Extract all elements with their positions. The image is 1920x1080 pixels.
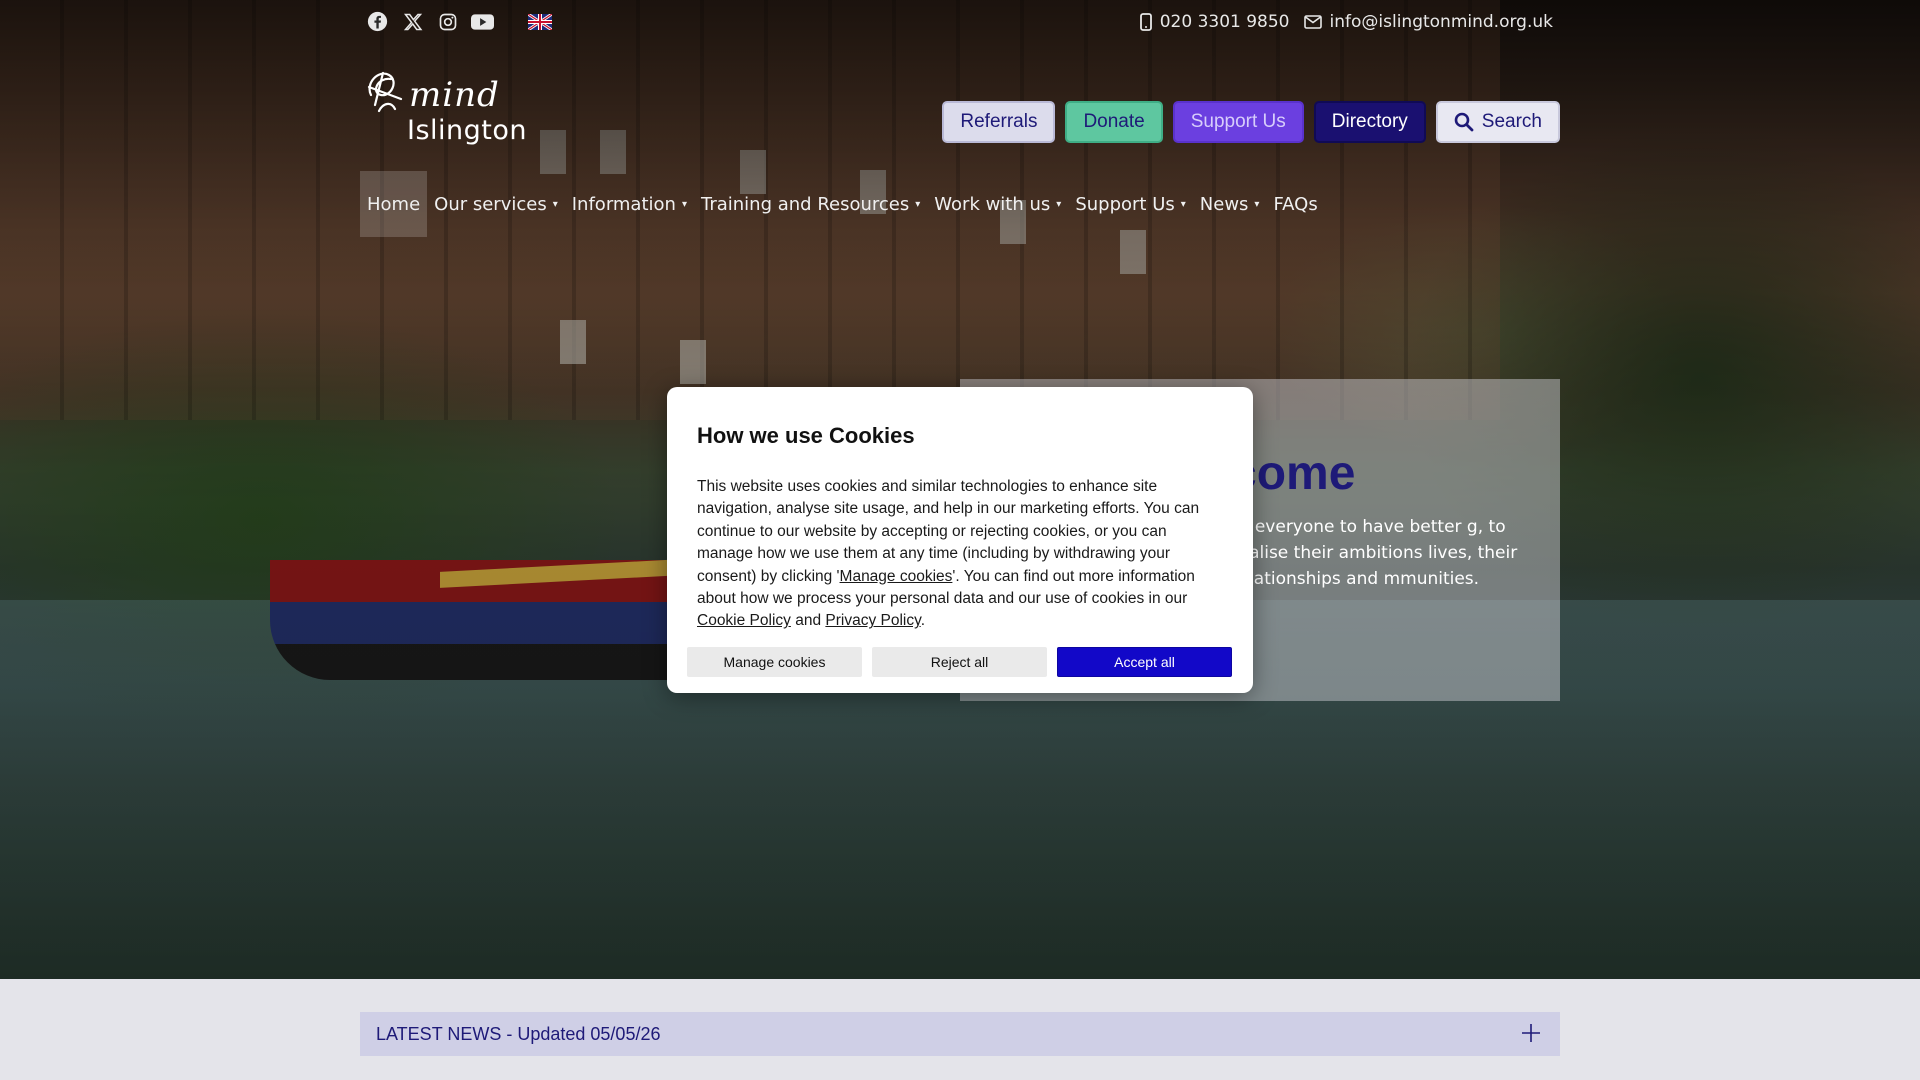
directory-button[interactable]: Directory bbox=[1313, 101, 1426, 143]
nav-item-label: Home bbox=[367, 193, 421, 215]
referrals-button[interactable]: Referrals bbox=[942, 101, 1056, 143]
instagram-icon[interactable] bbox=[436, 10, 459, 33]
caret-down-icon: ▾ bbox=[1056, 198, 1062, 210]
mind-logo-mark-icon bbox=[367, 71, 403, 113]
donate-button[interactable]: Donate bbox=[1065, 101, 1163, 143]
nav-item-work-with-us[interactable]: Work with us ▾ bbox=[927, 171, 1068, 237]
header-actions: Referrals Donate Support Us Directory Se… bbox=[942, 101, 1560, 143]
top-bar: 020 3301 9850 info@islingtonmind.org.uk bbox=[360, 8, 1560, 38]
nav-item-faqs[interactable]: FAQs bbox=[1266, 171, 1324, 237]
latest-news-label: LATEST NEWS - Updated 05/05/26 bbox=[376, 1023, 661, 1044]
manage-cookies-button[interactable]: Manage cookies bbox=[687, 647, 862, 677]
cookie-modal-buttons: Manage cookies Reject all Accept all bbox=[687, 647, 1232, 677]
search-button[interactable]: Search bbox=[1435, 101, 1560, 143]
caret-down-icon: ▾ bbox=[552, 198, 558, 210]
x-twitter-icon[interactable] bbox=[401, 10, 424, 33]
cookie-modal-body: This website uses cookies and similar te… bbox=[697, 476, 1217, 633]
nav-item-information[interactable]: Information ▾ bbox=[565, 171, 694, 237]
nav-item-label: News bbox=[1199, 193, 1249, 215]
contact-info: 020 3301 9850 info@islingtonmind.org.uk bbox=[1139, 12, 1553, 32]
latest-news-accordion[interactable]: LATEST NEWS - Updated 05/05/26 bbox=[360, 1012, 1560, 1056]
nav-item-training-and-resources[interactable]: Training and Resources ▾ bbox=[694, 171, 927, 237]
search-button-label: Search bbox=[1481, 111, 1542, 132]
mobile-phone-icon bbox=[1139, 13, 1152, 31]
caret-down-icon: ▾ bbox=[1180, 198, 1186, 210]
support-us-button[interactable]: Support Us bbox=[1172, 101, 1304, 143]
nav-item-news[interactable]: News ▾ bbox=[1193, 171, 1267, 237]
accept-all-button[interactable]: Accept all bbox=[1057, 647, 1232, 677]
logo-brand-text: mind bbox=[409, 75, 500, 115]
nav-item-support-us[interactable]: Support Us ▾ bbox=[1068, 171, 1192, 237]
cookie-body-text: . bbox=[920, 612, 926, 630]
nav-item-our-services[interactable]: Our services ▾ bbox=[427, 171, 565, 237]
nav-item-label: Information bbox=[571, 193, 676, 215]
nav-item-label: Training and Resources bbox=[700, 193, 910, 215]
social-links bbox=[366, 10, 553, 33]
cookie-policy-link[interactable]: Cookie Policy bbox=[697, 612, 791, 629]
nav-item-label: Support Us bbox=[1075, 193, 1175, 215]
phone-link[interactable]: 020 3301 9850 bbox=[1139, 12, 1290, 32]
search-icon bbox=[1454, 112, 1474, 132]
youtube-icon[interactable] bbox=[471, 10, 494, 33]
email-link[interactable]: info@islingtonmind.org.uk bbox=[1303, 12, 1553, 32]
plus-icon[interactable] bbox=[1520, 1022, 1542, 1044]
nav-item-label: Our services bbox=[434, 193, 547, 215]
manage-cookies-link[interactable]: Manage cookies bbox=[840, 568, 953, 585]
nav-item-label: Work with us bbox=[934, 193, 1051, 215]
welcome-text: nt everyone to have better g, to realise… bbox=[1232, 517, 1518, 589]
caret-down-icon: ▾ bbox=[1254, 198, 1260, 210]
phone-number: 020 3301 9850 bbox=[1159, 12, 1290, 32]
cookie-body-text: and bbox=[790, 612, 826, 630]
cookie-consent-modal: How we use Cookies This website uses coo… bbox=[667, 387, 1253, 693]
mind-islington-logo[interactable]: mind Islington bbox=[361, 65, 531, 151]
reject-all-button[interactable]: Reject all bbox=[872, 647, 1047, 677]
nav-item-home[interactable]: Home bbox=[360, 171, 428, 237]
main-nav: Home Our services ▾ Information ▾ Training… bbox=[360, 171, 1325, 237]
cookie-modal-title: How we use Cookies bbox=[697, 423, 915, 448]
caret-down-icon: ▾ bbox=[915, 198, 921, 210]
email-address: info@islingtonmind.org.uk bbox=[1329, 12, 1553, 32]
logo-place-text: Islington bbox=[407, 115, 528, 146]
nav-item-label: FAQs bbox=[1273, 193, 1318, 215]
caret-down-icon: ▾ bbox=[681, 198, 687, 210]
facebook-icon[interactable] bbox=[366, 10, 389, 33]
uk-flag-icon[interactable] bbox=[527, 12, 553, 31]
privacy-policy-link[interactable]: Privacy Policy bbox=[825, 612, 920, 629]
envelope-icon bbox=[1303, 15, 1322, 29]
